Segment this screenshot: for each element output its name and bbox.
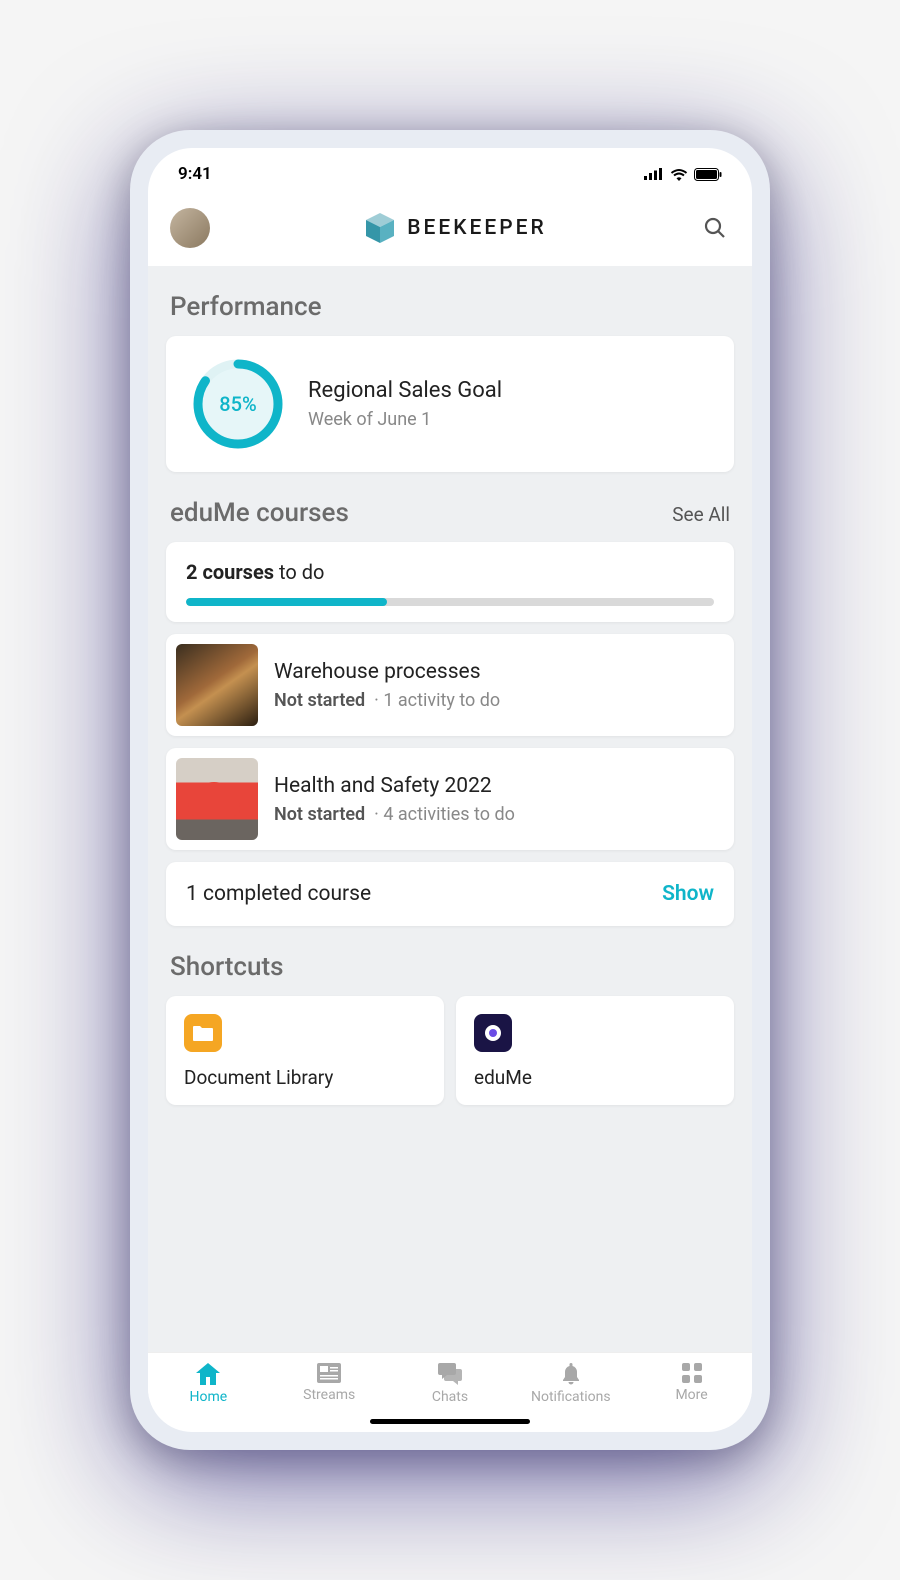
content-area[interactable]: Performance 85% Regional Sales Goal Week… — [148, 266, 752, 1352]
home-indicator[interactable] — [370, 1419, 530, 1424]
status-time: 9:41 — [178, 164, 212, 184]
shortcuts-grid: Document Library eduMe — [166, 996, 734, 1105]
search-icon — [703, 216, 727, 240]
logo-icon — [363, 211, 397, 245]
courses-header: eduMe courses See All — [170, 498, 730, 528]
see-all-link[interactable]: See All — [672, 503, 730, 526]
phone-screen: 9:41 BEEKEEPER Pe — [148, 148, 752, 1432]
battery-icon — [694, 168, 722, 181]
brand: BEEKEEPER — [210, 211, 700, 245]
bottom-nav: Home Streams Chats Notifications More — [148, 1352, 752, 1409]
courses-progress-bar — [186, 598, 714, 606]
course-info: Warehouse processes Not started · 1 acti… — [274, 660, 500, 711]
nav-notifications[interactable]: Notifications — [510, 1363, 631, 1405]
course-activities: 4 activities to do — [383, 804, 515, 825]
course-name: Health and Safety 2022 — [274, 774, 515, 798]
folder-icon — [184, 1014, 222, 1052]
courses-count: 2 courses to do — [186, 560, 714, 584]
brand-name: BEEKEEPER — [407, 216, 546, 240]
courses-summary-card: 2 courses to do — [166, 542, 734, 622]
performance-title: Performance — [170, 292, 730, 322]
shortcuts-title: Shortcuts — [170, 952, 730, 982]
nav-label: Chats — [432, 1389, 468, 1405]
wifi-icon — [670, 168, 688, 181]
course-meta: Not started · 4 activities to do — [274, 804, 515, 825]
status-indicators — [644, 168, 722, 181]
completed-text: 1 completed course — [186, 882, 371, 906]
nav-label: More — [675, 1387, 707, 1403]
performance-text: Regional Sales Goal Week of June 1 — [308, 378, 502, 430]
goal-title: Regional Sales Goal — [308, 378, 502, 403]
courses-progress-fill — [186, 598, 387, 606]
shortcut-label: eduMe — [474, 1066, 716, 1089]
progress-ring: 85% — [190, 356, 286, 452]
course-name: Warehouse processes — [274, 660, 500, 684]
nav-label: Notifications — [531, 1389, 611, 1405]
shortcut-label: Document Library — [184, 1066, 426, 1089]
course-thumbnail — [176, 644, 258, 726]
nav-chats[interactable]: Chats — [390, 1363, 511, 1405]
nav-more[interactable]: More — [631, 1363, 752, 1405]
course-info: Health and Safety 2022 Not started · 4 a… — [274, 774, 515, 825]
edume-icon — [474, 1014, 512, 1052]
nav-streams[interactable]: Streams — [269, 1363, 390, 1405]
nav-label: Streams — [303, 1387, 355, 1403]
search-button[interactable] — [700, 213, 730, 243]
shortcut-document-library[interactable]: Document Library — [166, 996, 444, 1105]
avatar[interactable] — [170, 208, 210, 248]
chats-icon — [438, 1363, 462, 1385]
course-item-warehouse[interactable]: Warehouse processes Not started · 1 acti… — [166, 634, 734, 736]
courses-count-rest: to do — [274, 560, 324, 584]
more-icon — [682, 1363, 702, 1383]
performance-card[interactable]: 85% Regional Sales Goal Week of June 1 — [166, 336, 734, 472]
courses-count-bold: 2 courses — [186, 560, 274, 584]
course-status: Not started — [274, 804, 365, 825]
course-thumbnail — [176, 758, 258, 840]
course-meta: Not started · 1 activity to do — [274, 690, 500, 711]
phone-frame: 9:41 BEEKEEPER Pe — [130, 130, 770, 1450]
shortcut-edume[interactable]: eduMe — [456, 996, 734, 1105]
nav-home[interactable]: Home — [148, 1363, 269, 1405]
course-status: Not started — [274, 690, 365, 711]
goal-subtitle: Week of June 1 — [308, 409, 502, 430]
completed-courses-row: 1 completed course Show — [166, 862, 734, 926]
progress-percent: 85% — [190, 356, 286, 452]
status-bar: 9:41 — [148, 148, 752, 194]
course-activities: 1 activity to do — [383, 690, 500, 711]
app-header: BEEKEEPER — [148, 194, 752, 266]
home-icon — [196, 1363, 220, 1385]
cellular-icon — [644, 168, 664, 180]
show-completed-link[interactable]: Show — [662, 882, 714, 906]
course-item-safety[interactable]: Health and Safety 2022 Not started · 4 a… — [166, 748, 734, 850]
nav-label: Home — [190, 1389, 228, 1405]
courses-title: eduMe courses — [170, 498, 349, 528]
bell-icon — [561, 1363, 581, 1385]
streams-icon — [317, 1363, 341, 1383]
